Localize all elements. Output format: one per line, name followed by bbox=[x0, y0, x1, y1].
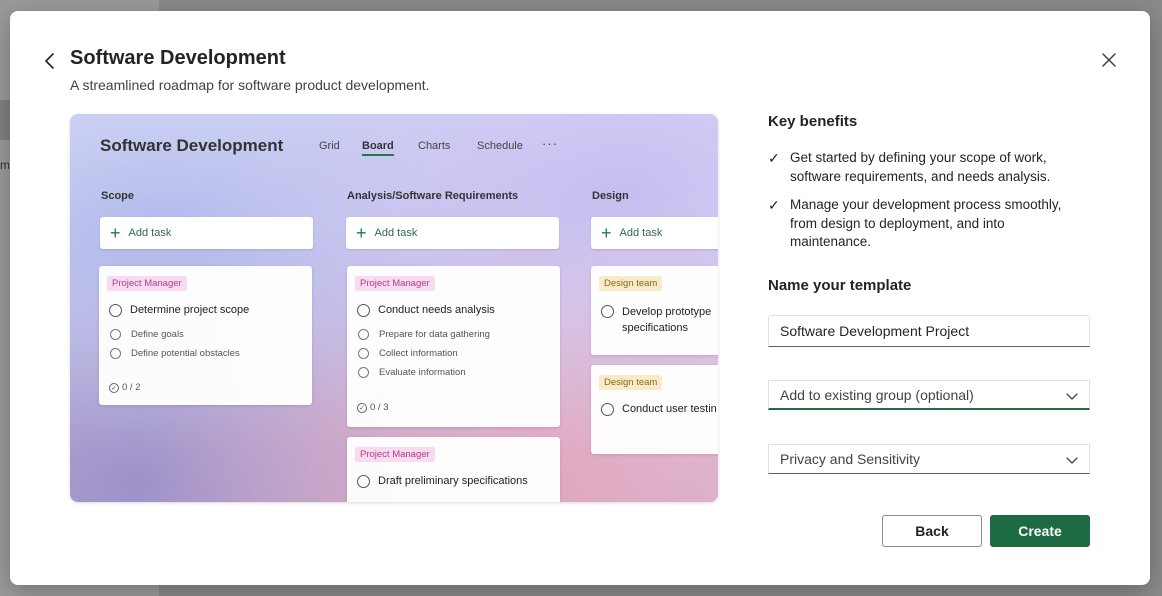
column-header-design: Design bbox=[592, 190, 629, 202]
add-task-analysis: + Add task bbox=[346, 217, 559, 249]
task-card: Project Manager Determine project scope … bbox=[99, 266, 312, 405]
task-circle-icon bbox=[601, 403, 614, 416]
name-template-heading: Name your template bbox=[768, 277, 912, 294]
checkmark-icon: ✓ bbox=[768, 197, 780, 213]
benefit-text: Get started by defining your scope of wo… bbox=[790, 150, 1051, 184]
subtask-item: Define potential obstacles bbox=[110, 348, 240, 359]
subtask-circle-icon bbox=[358, 329, 369, 340]
create-button[interactable]: Create bbox=[990, 515, 1090, 547]
check-circle-icon: ✓ bbox=[357, 402, 367, 413]
tag-project-manager: Project Manager bbox=[355, 447, 435, 462]
task-circle-icon bbox=[109, 304, 122, 317]
subtask-circle-icon bbox=[110, 348, 121, 359]
privacy-dropdown-label: Privacy and Sensitivity bbox=[780, 451, 921, 467]
preview-tab-charts: Charts bbox=[418, 140, 451, 152]
dialog-title: Software Development bbox=[70, 47, 286, 69]
preview-tab-schedule: Schedule bbox=[477, 140, 523, 152]
benefit-text: Manage your development process smoothly… bbox=[790, 197, 1062, 249]
key-benefits-heading: Key benefits bbox=[768, 113, 858, 130]
task-item: Determine project scope bbox=[109, 304, 249, 317]
benefit-item: ✓ Manage your development process smooth… bbox=[768, 196, 1088, 252]
column-header-scope: Scope bbox=[101, 190, 135, 202]
column-header-analysis: Analysis/Software Requirements bbox=[347, 190, 519, 202]
plus-icon: + bbox=[356, 223, 367, 243]
background-text-fragment: m bbox=[0, 158, 10, 172]
subtask-circle-icon bbox=[110, 329, 121, 340]
preview-tab-grid: Grid bbox=[319, 140, 340, 152]
task-label: Conduct user testin bbox=[622, 403, 717, 415]
subtask-circle-icon bbox=[358, 367, 369, 378]
task-label: Draft preliminary specifications bbox=[378, 475, 528, 487]
tag-design-team: Design team bbox=[599, 375, 663, 390]
chevron-down-icon bbox=[1066, 457, 1078, 464]
group-dropdown-label: Add to existing group (optional) bbox=[780, 386, 974, 403]
task-circle-icon bbox=[357, 304, 370, 317]
subtask-circle-icon bbox=[358, 348, 369, 359]
task-item: Conduct needs analysis bbox=[357, 304, 495, 317]
task-card: Design team Conduct user testin bbox=[591, 365, 718, 454]
task-item: Draft preliminary specifications bbox=[357, 475, 528, 488]
subtask-item: Define goals bbox=[110, 329, 184, 340]
task-card: Project Manager Conduct needs analysis P… bbox=[347, 266, 560, 427]
group-dropdown[interactable]: Add to existing group (optional) bbox=[768, 380, 1090, 410]
progress-label: 0 / 3 bbox=[370, 402, 389, 413]
add-task-design: + Add task bbox=[591, 217, 718, 249]
add-task-label: Add task bbox=[128, 227, 172, 239]
back-arrow-icon[interactable] bbox=[40, 51, 60, 71]
background-nav-strip bbox=[0, 100, 10, 140]
template-name-input[interactable]: Software Development Project bbox=[768, 315, 1090, 347]
task-circle-icon bbox=[601, 305, 614, 318]
plus-icon: + bbox=[601, 223, 612, 243]
check-circle-icon: ✓ bbox=[109, 382, 119, 393]
subtask-label: Evaluate information bbox=[379, 367, 466, 378]
task-card: Project Manager Draft preliminary specif… bbox=[347, 437, 560, 502]
tag-design-team: Design team bbox=[599, 276, 663, 291]
template-preview: Software Development Grid Board Charts S… bbox=[70, 114, 718, 502]
progress-label: 0 / 2 bbox=[122, 382, 141, 393]
subtask-label: Define goals bbox=[131, 329, 184, 340]
close-icon[interactable] bbox=[1098, 49, 1120, 71]
task-label: Determine project scope bbox=[130, 304, 250, 316]
plus-icon: + bbox=[110, 223, 121, 243]
tag-project-manager: Project Manager bbox=[107, 276, 187, 291]
task-item: Develop prototype specifications bbox=[601, 304, 718, 336]
task-label: Conduct needs analysis bbox=[378, 304, 495, 316]
checklist-progress: ✓ 0 / 2 bbox=[109, 382, 141, 393]
privacy-dropdown[interactable]: Privacy and Sensitivity bbox=[768, 444, 1090, 474]
preview-tab-board: Board bbox=[362, 140, 394, 156]
subtask-label: Prepare for data gathering bbox=[379, 329, 490, 340]
add-task-label: Add task bbox=[374, 227, 418, 239]
task-label: Develop prototype specifications bbox=[622, 306, 712, 334]
tag-project-manager: Project Manager bbox=[355, 276, 435, 291]
task-item: Conduct user testin bbox=[601, 403, 717, 416]
subtask-item: Collect information bbox=[358, 348, 458, 359]
subtask-label: Collect information bbox=[379, 348, 458, 359]
more-icon: ··· bbox=[542, 136, 558, 151]
checklist-progress: ✓ 0 / 3 bbox=[357, 402, 389, 413]
subtask-label: Define potential obstacles bbox=[131, 348, 240, 359]
subtask-item: Evaluate information bbox=[358, 367, 466, 378]
back-button[interactable]: Back bbox=[882, 515, 982, 547]
add-task-label: Add task bbox=[619, 227, 663, 239]
preview-title: Software Development bbox=[100, 136, 284, 155]
template-dialog: Software Development A streamlined roadm… bbox=[10, 11, 1150, 585]
benefit-item: ✓ Get started by defining your scope of … bbox=[768, 149, 1088, 186]
task-circle-icon bbox=[357, 475, 370, 488]
subtask-item: Prepare for data gathering bbox=[358, 329, 490, 340]
add-task-scope: + Add task bbox=[100, 217, 313, 249]
dialog-subtitle: A streamlined roadmap for software produ… bbox=[70, 77, 430, 93]
checkmark-icon: ✓ bbox=[768, 150, 780, 166]
chevron-down-icon bbox=[1066, 393, 1078, 400]
task-card: Design team Develop prototype specificat… bbox=[591, 266, 718, 355]
